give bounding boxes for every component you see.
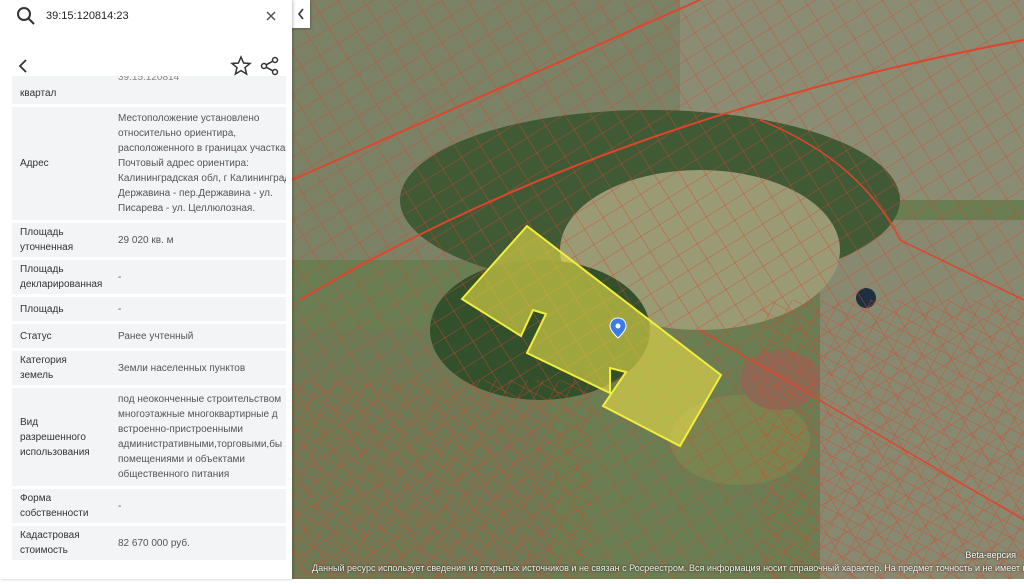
detail-row-area: Площадь - (12, 297, 286, 324)
detail-label: квартал (20, 88, 57, 99)
detail-row-area-declared: Площадь декларированная - (12, 260, 286, 297)
back-button[interactable] (12, 54, 36, 78)
star-icon[interactable] (229, 54, 253, 78)
search-input[interactable]: 39:15:120814:23 (46, 10, 262, 22)
beta-label: Beta-версия (965, 550, 1016, 560)
close-icon[interactable] (262, 7, 280, 25)
detail-row-land-category: Категория земель Земли населенных пункто… (12, 351, 286, 388)
detail-label: Площадь (20, 303, 64, 315)
share-icon[interactable] (258, 54, 282, 78)
detail-label: Кадастровая стоимость (20, 530, 80, 556)
detail-row-permitted-use: Вид разрешенного использования под неоко… (12, 388, 286, 489)
map-disclaimer: Данный ресурс использует сведения из отк… (312, 563, 1024, 573)
detail-row-ownership: Форма собственности - (12, 489, 286, 526)
detail-label: Категория земель (20, 355, 67, 381)
detail-row-status: Статус Ранее учтенный (12, 324, 286, 351)
detail-row-address: Адрес Местоположение установлено относит… (12, 107, 286, 223)
detail-value: Ранее учтенный (118, 330, 194, 342)
detail-row-area-refined: Площадь уточненная 29 020 кв. м (12, 223, 286, 260)
detail-value: 82 670 000 руб. (118, 537, 190, 549)
detail-row-quarter: квартал 39:15:120814 (12, 76, 286, 107)
detail-row-cadastral-value: Кадастровая стоимость 82 670 000 руб. (12, 526, 286, 563)
chevron-left-icon (297, 8, 304, 20)
detail-value: 39:15:120814 (118, 76, 180, 83)
detail-label: Площадь уточненная (20, 227, 74, 253)
parcel-info-panel: 39:15:120814:23 квартал 39:15:120814 Адр… (0, 0, 292, 579)
detail-value: Земли населенных пунктов (118, 362, 246, 374)
detail-label: Вид разрешенного использования (20, 416, 90, 458)
collapse-panel-button[interactable] (292, 0, 310, 28)
detail-label: Форма собственности (20, 493, 89, 519)
details-list: квартал 39:15:120814 Адрес Местоположени… (12, 76, 286, 563)
detail-value: - (118, 500, 122, 512)
detail-label: Адрес (20, 158, 49, 169)
search-icon (17, 7, 35, 25)
detail-value: - (118, 303, 122, 315)
detail-value: - (118, 271, 122, 283)
detail-value: Местоположение установлено относительно … (118, 113, 286, 214)
search-bar[interactable]: 39:15:120814:23 (6, 4, 286, 28)
detail-value: 29 020 кв. м (118, 234, 174, 246)
detail-label: Статус (20, 330, 52, 342)
detail-value: под неоконченные строительством многоэта… (118, 394, 283, 480)
detail-label: Площадь декларированная (20, 264, 103, 290)
